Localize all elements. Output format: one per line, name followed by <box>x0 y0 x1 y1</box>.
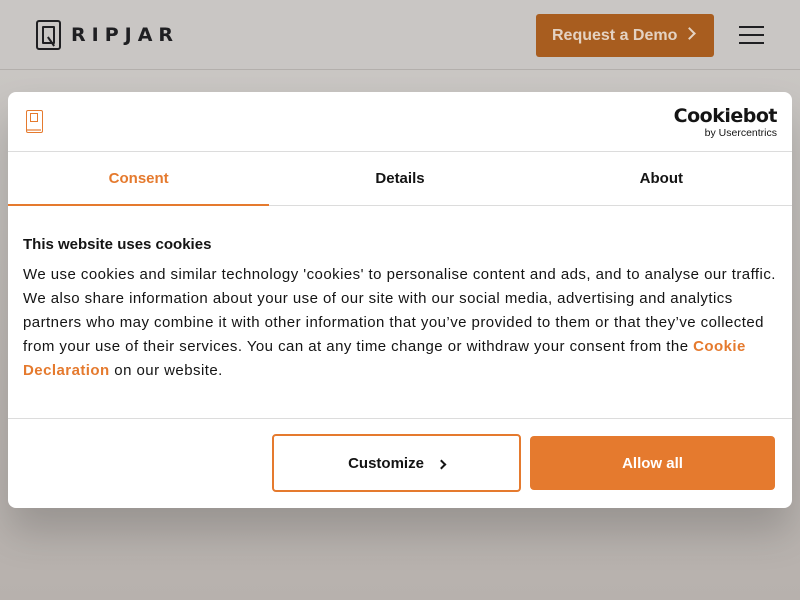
tab-consent-label: Consent <box>108 170 169 187</box>
ripjar-logo-mark-icon <box>36 20 61 50</box>
chevron-right-icon <box>436 459 447 469</box>
tab-details-label: Details <box>375 170 425 187</box>
customize-label: Customize <box>348 454 424 472</box>
tab-about-label: About <box>639 170 683 187</box>
dialog-divider <box>8 418 792 419</box>
consent-body: This website uses cookies We use cookies… <box>23 236 777 383</box>
consent-text: We use cookies and similar technology 'c… <box>23 266 776 355</box>
cookiebot-sub: by Usercentrics <box>704 127 777 139</box>
request-demo-button[interactable]: Request a Demo <box>536 14 714 57</box>
customize-button[interactable]: Customize <box>272 434 521 492</box>
cookiebot-name: Cookiebot <box>673 105 778 127</box>
consent-description: We use cookies and similar technology 'c… <box>23 263 777 383</box>
allow-all-label: Allow all <box>622 454 683 472</box>
hamburger-menu-icon[interactable] <box>739 26 764 44</box>
allow-all-button[interactable]: Allow all <box>530 436 775 490</box>
ripjar-logo[interactable]: RIPJAR <box>36 20 179 50</box>
site-header: RIPJAR Request a Demo <box>0 0 800 70</box>
chevron-right-icon <box>683 27 696 40</box>
logo-text: RIPJAR <box>71 24 180 46</box>
tab-consent[interactable]: Consent <box>8 152 270 206</box>
request-demo-label: Request a Demo <box>552 26 678 44</box>
cookie-consent-dialog: Cookiebot by Usercentrics Consent Detail… <box>8 92 792 508</box>
tab-details[interactable]: Details <box>269 152 530 205</box>
consent-heading: This website uses cookies <box>23 236 212 253</box>
dialog-header: Cookiebot by Usercentrics <box>8 92 792 152</box>
consent-tabs: Consent Details About <box>8 152 792 206</box>
tab-about[interactable]: About <box>531 152 792 205</box>
cookiebot-logo[interactable]: Cookiebot by Usercentrics <box>673 105 778 139</box>
ripjar-small-logo-icon <box>26 110 43 133</box>
consent-text-suffix: on our website. <box>114 362 223 379</box>
